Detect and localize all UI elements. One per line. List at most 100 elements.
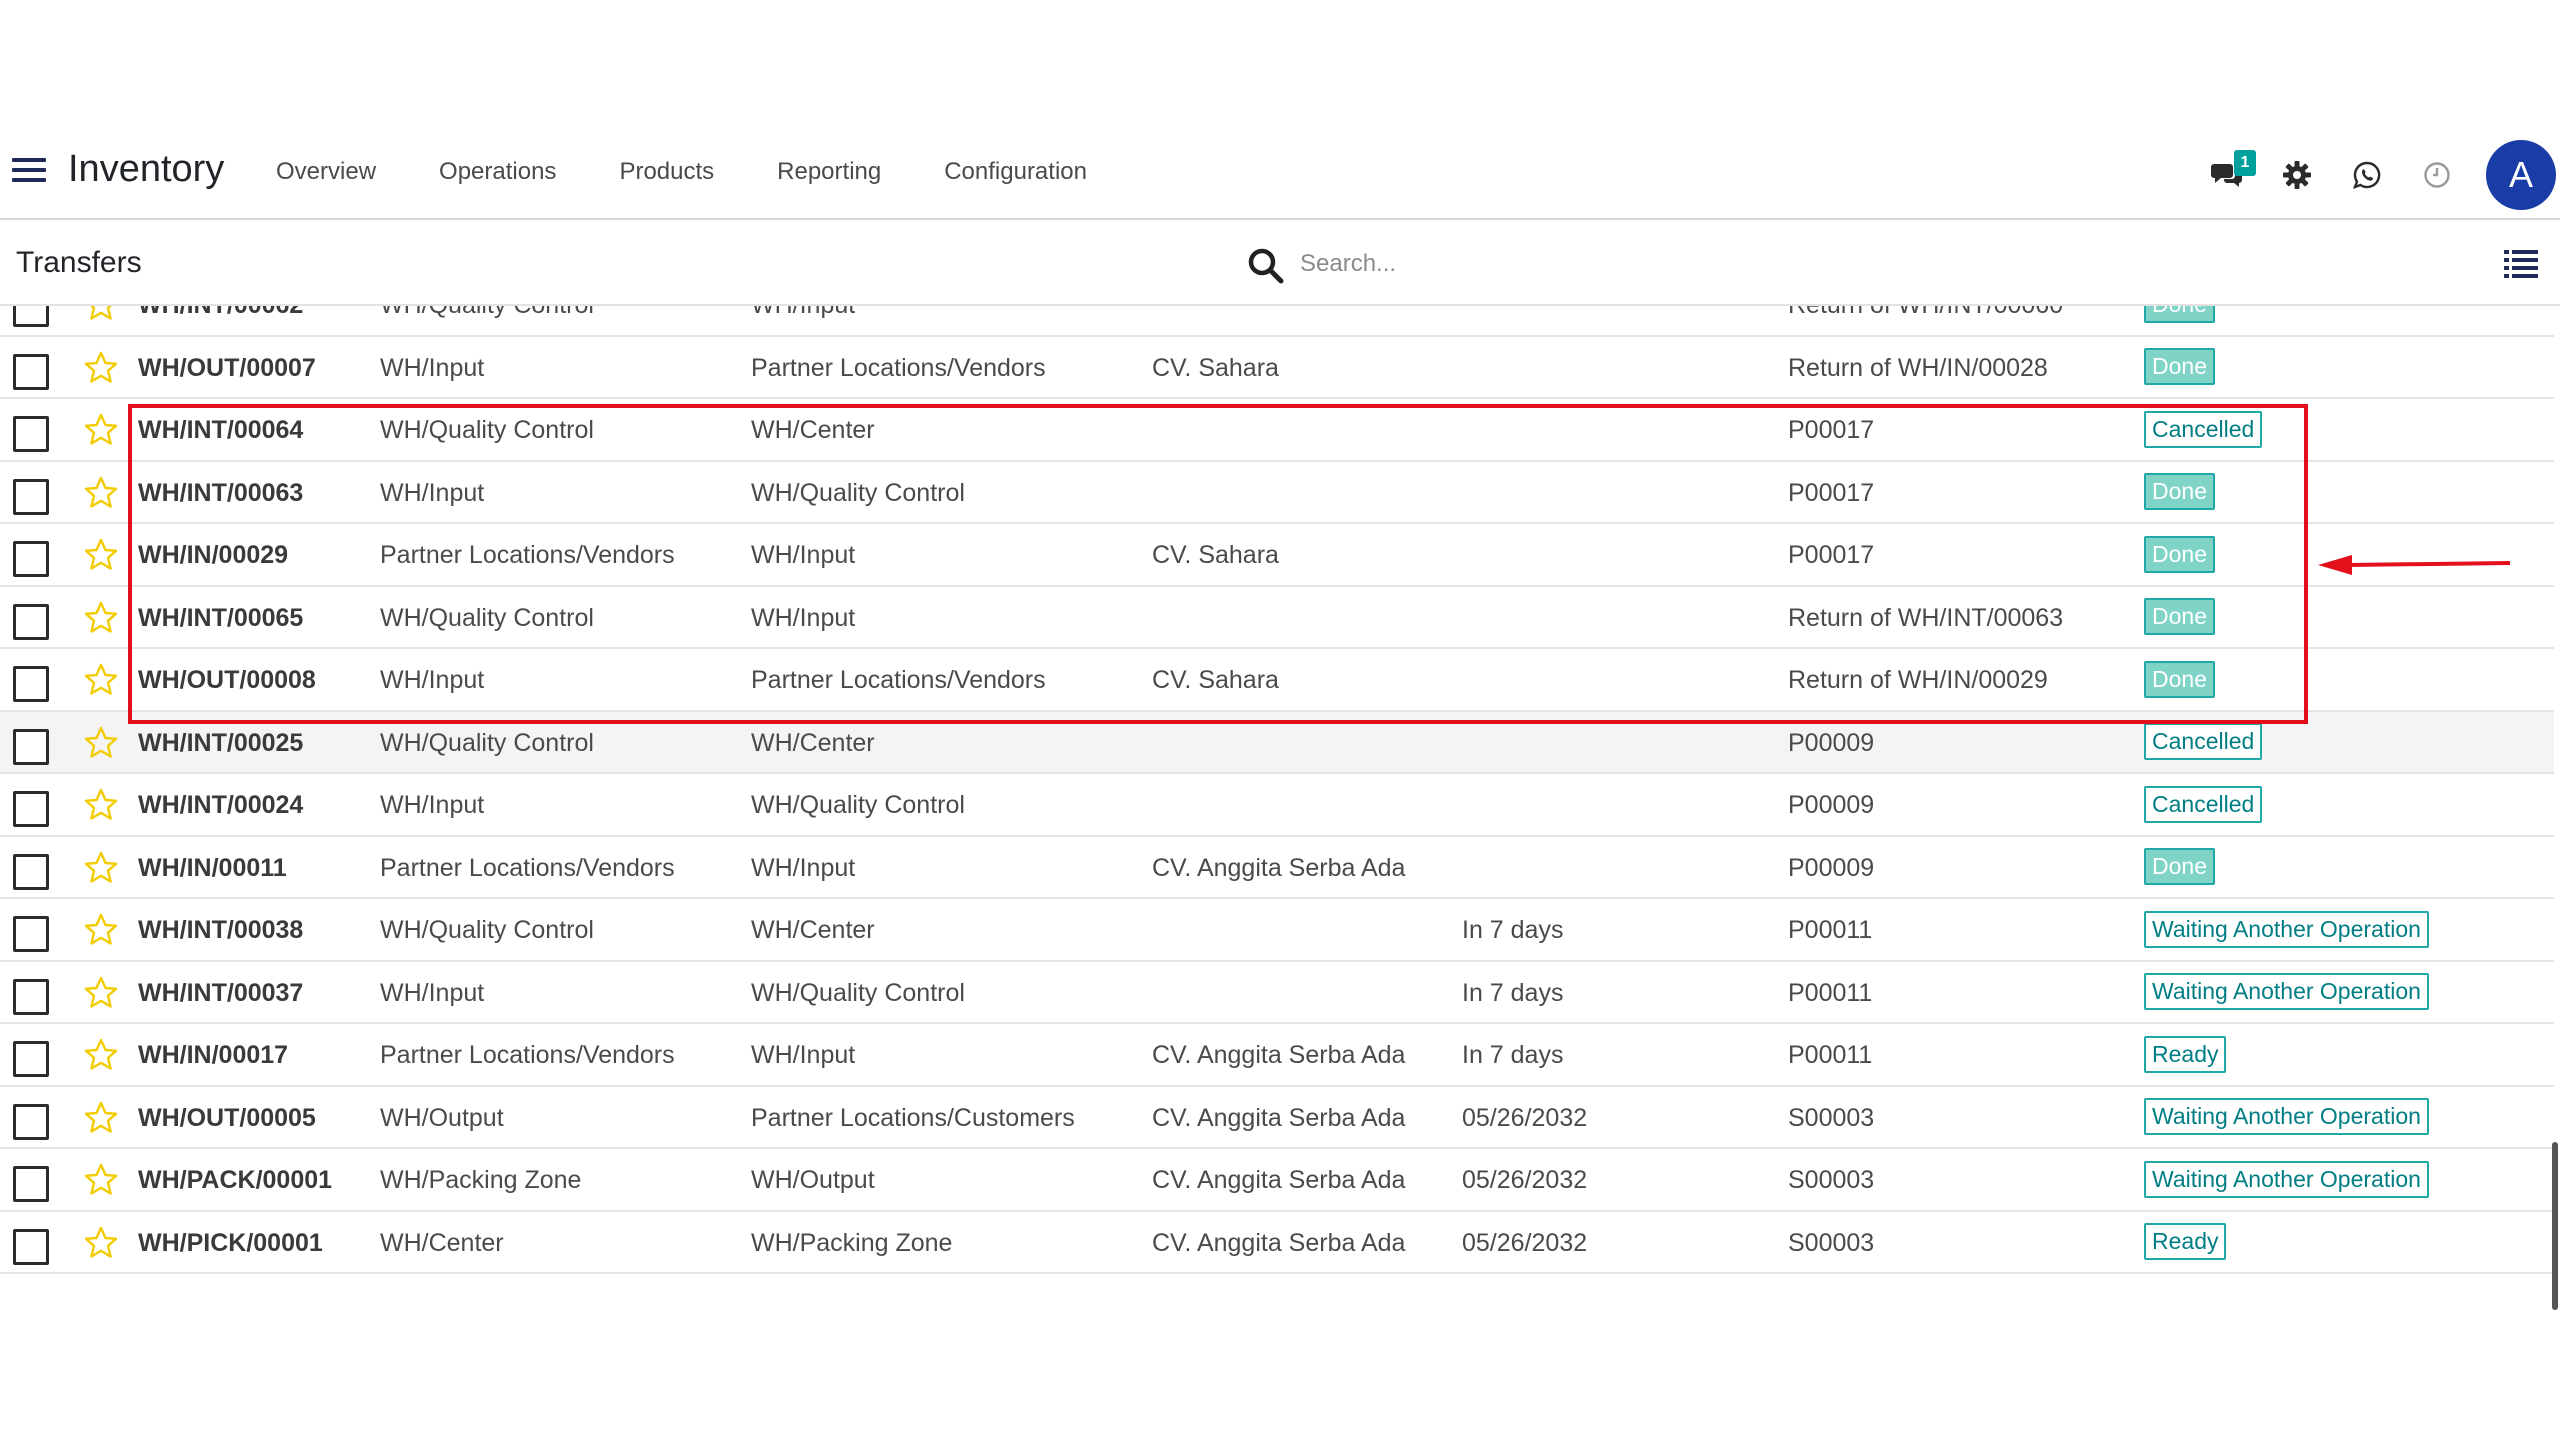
star-icon[interactable]	[84, 306, 118, 322]
activity-button[interactable]	[2402, 140, 2472, 210]
search-input[interactable]	[1298, 242, 2198, 286]
star-icon[interactable]	[84, 913, 118, 947]
messages-button[interactable]: 1	[2192, 140, 2262, 210]
search-icon[interactable]	[1246, 246, 1286, 286]
table-row[interactable]: WH/PACK/00001 WH/Packing Zone WH/Output CV.…	[0, 1149, 2554, 1212]
systray: 1 A	[2192, 140, 2560, 210]
clock-icon	[2424, 162, 2450, 188]
gear-icon	[2283, 161, 2311, 189]
row-checkbox[interactable]	[13, 1166, 49, 1202]
star-icon[interactable]	[84, 1101, 118, 1135]
star-icon[interactable]	[84, 1163, 118, 1197]
menu-configuration[interactable]: Configuration	[944, 158, 1087, 186]
table-row[interactable]: WH/IN/00017 Partner Locations/Vendors WH/I…	[0, 1024, 2554, 1087]
star-icon[interactable]	[84, 1226, 118, 1260]
status-cell: Done	[2144, 837, 2215, 899]
star-icon[interactable]	[84, 413, 118, 447]
status-cell: Waiting Another Operation	[2144, 1087, 2429, 1149]
table-row[interactable]: WH/OUT/00008 WH/Input Partner Locations/Ve…	[0, 649, 2554, 712]
reference-cell: WH/PICK/00001	[138, 1228, 323, 1257]
star-icon[interactable]	[84, 788, 118, 822]
row-checkbox[interactable]	[13, 353, 49, 390]
table-row[interactable]: WH/IN/00029 Partner Locations/Vendors WH/I…	[0, 524, 2554, 587]
star-icon[interactable]	[84, 1038, 118, 1072]
row-checkbox[interactable]	[13, 1228, 49, 1265]
source-location-cell: WH/Input	[380, 791, 485, 819]
table-row[interactable]: WH/IN/00011 Partner Locations/Vendors WH/I…	[0, 837, 2554, 899]
user-avatar[interactable]: A	[2486, 140, 2556, 210]
row-checkbox[interactable]	[13, 791, 49, 827]
status-badge: Cancelled	[2144, 723, 2263, 761]
menu-products[interactable]: Products	[619, 158, 714, 186]
source-document-cell: S00003	[1788, 1166, 1875, 1194]
table-row[interactable]: WH/INT/00024 WH/Input WH/Quality Control P0…	[0, 774, 2554, 837]
table-row[interactable]: WH/OUT/00005 WH/Output Partner Locations/C…	[0, 1087, 2554, 1149]
row-checkbox[interactable]	[13, 916, 49, 952]
contact-cell: CV. Anggita Serba Ada	[1152, 1166, 1406, 1194]
status-badge: Done	[2144, 535, 2215, 573]
star-icon[interactable]	[84, 601, 118, 635]
contact-cell: CV. Sahara	[1152, 666, 1279, 694]
reference-cell: WH/INT/00038	[138, 916, 304, 944]
status-badge: Waiting Another Operation	[2144, 910, 2429, 948]
whatsapp-button[interactable]	[2332, 140, 2402, 210]
table-row[interactable]: WH/PICK/00001 WH/Center WH/Packing Zone CV.…	[0, 1212, 2554, 1274]
star-icon[interactable]	[84, 476, 118, 510]
row-checkbox[interactable]	[13, 978, 49, 1015]
status-cell: Waiting Another Operation	[2144, 899, 2429, 961]
status-cell: Done	[2144, 337, 2215, 399]
menu-reporting[interactable]: Reporting	[777, 158, 881, 186]
source-location-cell: WH/Input	[380, 978, 485, 1007]
menu-operations[interactable]: Operations	[439, 158, 556, 186]
table-row[interactable]: WH/OUT/00007 WH/Input Partner Locations/Ve…	[0, 337, 2554, 399]
table-row[interactable]: WH/INT/00065 WH/Quality Control WH/Input Re…	[0, 587, 2554, 649]
table-row[interactable]: WH/INT/00063 WH/Input WH/Quality Control P0…	[0, 462, 2554, 524]
reference-cell: WH/IN/00011	[138, 853, 287, 882]
star-icon[interactable]	[84, 538, 118, 572]
row-checkbox[interactable]	[13, 666, 49, 702]
hamburger-menu-icon[interactable]	[12, 158, 46, 188]
transfers-list: WH/INT/00062 WH/Quality Control WH/Input Re…	[0, 306, 2554, 1286]
table-row[interactable]: WH/INT/00064 WH/Quality Control WH/Center P…	[0, 399, 2554, 462]
top-navbar: Inventory Overview Operations Products R…	[0, 128, 2560, 220]
star-icon[interactable]	[84, 351, 118, 385]
row-checkbox[interactable]	[13, 1041, 49, 1077]
row-checkbox[interactable]	[13, 306, 49, 327]
destination-location-cell: WH/Input	[751, 306, 855, 336]
scrollbar[interactable]	[2552, 1142, 2558, 1310]
star-icon[interactable]	[84, 663, 118, 697]
table-row[interactable]: WH/INT/00062 WH/Quality Control WH/Input Re…	[0, 306, 2554, 337]
row-checkbox[interactable]	[13, 603, 49, 640]
star-icon[interactable]	[84, 726, 118, 760]
row-checkbox[interactable]	[13, 416, 49, 452]
star-icon[interactable]	[84, 851, 118, 885]
status-cell: Cancelled	[2144, 712, 2263, 774]
source-location-cell: WH/Input	[380, 353, 485, 382]
row-checkbox[interactable]	[13, 478, 49, 515]
scheduled-date-cell: In 7 days	[1462, 1041, 1564, 1069]
contact-cell: CV. Anggita Serba Ada	[1152, 1228, 1406, 1257]
source-document-cell: Return of WH/IN/00029	[1788, 666, 2048, 694]
status-cell: Ready	[2144, 1212, 2227, 1274]
star-icon[interactable]	[84, 976, 118, 1010]
source-location-cell: WH/Quality Control	[380, 603, 594, 632]
source-document-cell: P00017	[1788, 416, 1875, 444]
table-row[interactable]: WH/INT/00037 WH/Input WH/Quality Control In…	[0, 962, 2554, 1024]
destination-location-cell: WH/Center	[751, 416, 875, 444]
source-location-cell: WH/Quality Control	[380, 416, 594, 444]
list-view-icon[interactable]	[2504, 248, 2538, 278]
destination-location-cell: WH/Quality Control	[751, 791, 965, 819]
table-row[interactable]: WH/INT/00025 WH/Quality Control WH/Center P…	[0, 711, 2554, 774]
menu-overview[interactable]: Overview	[276, 158, 376, 186]
status-badge: Done	[2144, 306, 2215, 323]
table-row[interactable]: WH/INT/00038 WH/Quality Control WH/Center I…	[0, 899, 2554, 962]
row-checkbox[interactable]	[13, 728, 49, 765]
row-checkbox[interactable]	[13, 853, 49, 890]
status-badge: Done	[2144, 348, 2215, 386]
app-title[interactable]: Inventory	[68, 148, 224, 191]
status-cell: Waiting Another Operation	[2144, 962, 2429, 1024]
transfers-rows: WH/INT/00062 WH/Quality Control WH/Input Re…	[0, 306, 2554, 1274]
settings-button[interactable]	[2262, 140, 2332, 210]
row-checkbox[interactable]	[13, 1103, 49, 1140]
row-checkbox[interactable]	[13, 541, 49, 577]
